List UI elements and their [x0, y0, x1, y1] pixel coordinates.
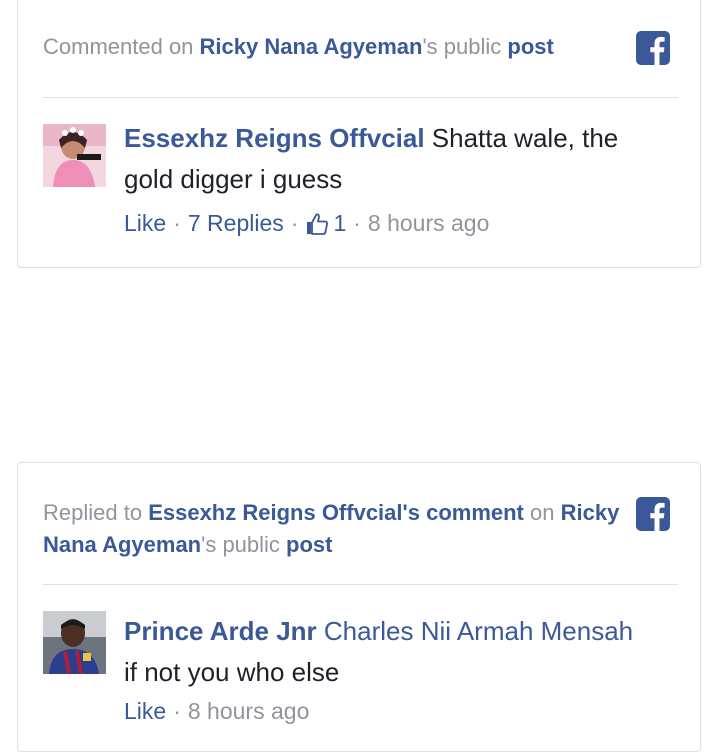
reply-card: Replied to Essexhz Reigns Offvcial's com… [17, 462, 701, 752]
facebook-logo-icon[interactable] [636, 31, 670, 65]
separator-dot: · [173, 698, 181, 724]
thumbs-up-icon[interactable] [305, 212, 329, 236]
header-mid: 's public [422, 34, 508, 59]
timestamp[interactable]: 8 hours ago [368, 210, 489, 237]
comment-actions: Like · 7 Replies · 1 · 8 hours ago [124, 210, 489, 237]
like-button[interactable]: Like [124, 210, 166, 237]
header-prefix: Replied to [43, 500, 149, 525]
comment-author-link[interactable]: Essexhz Reigns Offvcial [124, 123, 425, 153]
header-on: on [523, 500, 561, 525]
comment-body: Prince Arde Jnr Charles Nii Armah Mensah… [124, 611, 670, 693]
avatar[interactable] [43, 124, 106, 187]
header-mid: 's public [201, 532, 287, 557]
comment-link[interactable]: Essexhz Reigns Offvcial's comment [148, 500, 524, 525]
comment-text: if not you who else [124, 657, 340, 687]
activity-header: Replied to Essexhz Reigns Offvcial's com… [43, 497, 620, 561]
like-button[interactable]: Like [124, 698, 166, 725]
post-link[interactable]: post [507, 34, 553, 59]
post-link[interactable]: post [286, 532, 332, 557]
post-owner-link[interactable]: Ricky Nana Agyeman [200, 34, 423, 59]
comment-body: Essexhz Reigns Offvcial Shatta wale, the… [124, 118, 670, 200]
separator-dot: · [290, 210, 299, 236]
separator-dot: · [353, 210, 361, 236]
separator-dot: · [173, 210, 181, 236]
header-prefix: Commented on [43, 34, 200, 59]
reaction-count[interactable]: 1 [333, 210, 346, 237]
comment-author-link[interactable]: Prince Arde Jnr [124, 616, 317, 646]
comment-card: Commented on Ricky Nana Agyeman's public… [17, 0, 701, 268]
divider [43, 584, 678, 585]
comment-actions: Like · 8 hours ago [124, 698, 309, 725]
facebook-logo-icon[interactable] [636, 497, 670, 531]
divider [43, 97, 678, 98]
mention-link[interactable]: Charles Nii Armah Mensah [324, 616, 633, 646]
timestamp[interactable]: 8 hours ago [188, 698, 309, 725]
replies-link[interactable]: 7 Replies [188, 210, 284, 237]
avatar[interactable] [43, 611, 106, 674]
activity-header: Commented on Ricky Nana Agyeman's public… [43, 31, 620, 63]
